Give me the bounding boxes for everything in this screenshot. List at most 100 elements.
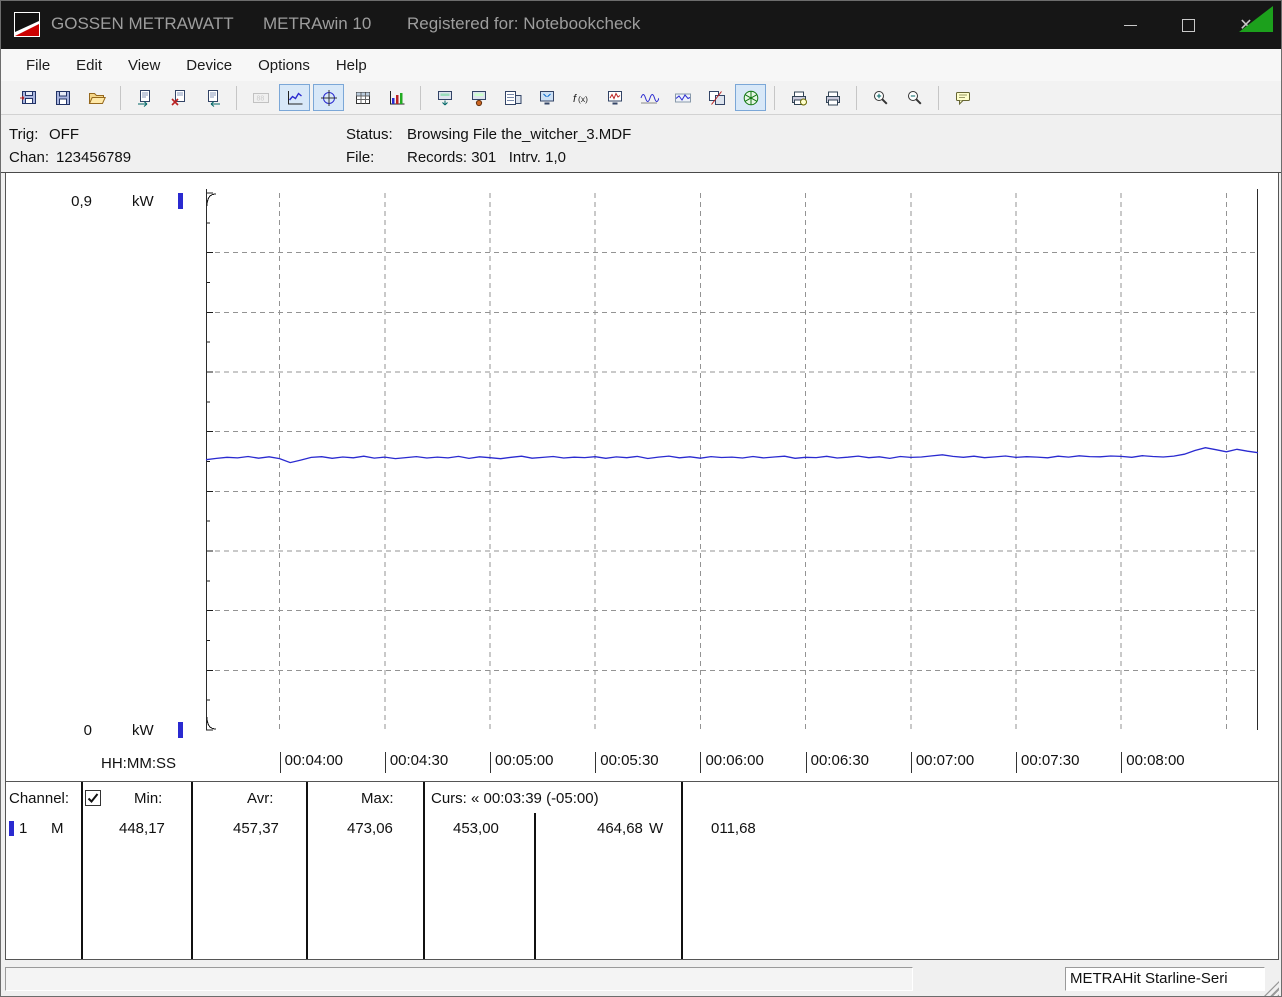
zoom-out-button[interactable] <box>899 84 930 111</box>
export-file-button[interactable] <box>129 84 160 111</box>
toolbar: 88 f (x) <box>1 81 1281 115</box>
menu-options[interactable]: Options <box>245 53 323 78</box>
table-column-divider <box>423 782 425 959</box>
toolbar-separator <box>236 85 237 110</box>
view-numeric-display-button[interactable]: 88 <box>245 84 276 111</box>
row-cursor2-unit: W <box>649 820 664 837</box>
y-axis-unit-top: kW <box>132 193 154 210</box>
y-axis-unit-bottom: kW <box>132 722 154 739</box>
x-axis-tick-label: 00:05:30 <box>595 752 659 773</box>
device-list-button[interactable] <box>497 84 528 111</box>
channels-button[interactable] <box>701 84 732 111</box>
device-read-button[interactable] <box>429 84 460 111</box>
toolbar-separator <box>938 85 939 110</box>
print-button[interactable] <box>817 84 848 111</box>
view-line-chart-button[interactable] <box>279 84 310 111</box>
row-cursor1-value: 453,00 <box>453 820 499 837</box>
maximize-icon <box>1181 18 1195 32</box>
toolbar-separator <box>856 85 857 110</box>
online-display-button[interactable] <box>599 84 630 111</box>
x-axis-tick-label: 00:05:00 <box>490 752 553 773</box>
import-file-button[interactable] <box>197 84 228 111</box>
table-column-divider <box>306 782 308 959</box>
menu-bar: File Edit View Device Options Help <box>1 49 1281 81</box>
x-axis-tick-label: 00:04:00 <box>279 752 343 773</box>
title-app-name: METRAwin 10 <box>263 14 372 33</box>
x-axis-tick-label: 00:06:30 <box>805 752 869 773</box>
view-cursors-button[interactable] <box>313 84 344 111</box>
title-bar: GOSSEN METRAWATT METRAwin 10 Registered … <box>1 1 1281 49</box>
x-axis-tick-label: 00:07:00 <box>910 752 974 773</box>
file-label: File: <box>346 149 375 166</box>
title-brand: GOSSEN METRAWATT <box>51 14 234 33</box>
connect-device-button[interactable] <box>735 84 766 111</box>
toolbar-separator <box>120 85 121 110</box>
device-config-button[interactable] <box>463 84 494 111</box>
channel-color-marker-top <box>178 193 183 209</box>
toolbar-separator <box>420 85 421 110</box>
app-window: GOSSEN METRAWATT METRAwin 10 Registered … <box>0 0 1282 997</box>
annotation-button[interactable] <box>947 84 978 111</box>
zoom-in-button[interactable] <box>865 84 896 111</box>
x-axis-tick-label: 00:08:00 <box>1121 752 1185 773</box>
channel-row-color-marker <box>9 821 14 836</box>
table-column-divider <box>191 782 193 959</box>
save-config-button[interactable] <box>13 84 44 111</box>
status-label: Status: <box>346 126 393 143</box>
status-bar: METRAHit Starline-Seri <box>1 963 1281 996</box>
y-axis-max-label: 0,9 <box>71 193 92 210</box>
checkmark-icon <box>87 793 99 803</box>
x-axis-tick-label: 00:04:30 <box>384 752 448 773</box>
info-panel: Trig: OFF Chan: 123456789 Status: Browsi… <box>1 116 1281 173</box>
x-axis-format-label: HH:MM:SS <box>101 755 176 772</box>
trig-value: OFF <box>49 126 79 143</box>
table-column-divider <box>81 782 83 959</box>
row-channel-unit: M <box>51 820 64 837</box>
print-preview-button[interactable] <box>783 84 814 111</box>
table-header-cursor: Curs: « 00:03:39 (-05:00) <box>431 790 599 807</box>
chart-plot[interactable] <box>205 189 1259 731</box>
menu-help[interactable]: Help <box>323 53 380 78</box>
svg-text:88: 88 <box>256 95 264 102</box>
delete-file-button[interactable] <box>163 84 194 111</box>
toolbar-corner-triangle-icon <box>1239 6 1273 32</box>
row-delta-value: 011,68 <box>711 820 756 837</box>
chan-label: Chan: <box>9 149 50 166</box>
chan-value: 123456789 <box>56 149 132 166</box>
function-button[interactable]: f (x) <box>565 84 596 111</box>
menu-edit[interactable]: Edit <box>63 53 115 78</box>
row-cursor2-value: 464,68 <box>597 820 643 837</box>
table-bottom-divider <box>5 959 1279 960</box>
x-axis-tick-label: 00:06:00 <box>700 752 764 773</box>
minimize-button[interactable] <box>1107 1 1153 49</box>
pc-transfer-button[interactable] <box>531 84 562 111</box>
x-axis-tick-label: 00:07:30 <box>1016 752 1079 773</box>
statusbar-device-panel: METRAHit Starline-Seri <box>1065 967 1265 991</box>
toolbar-separator <box>774 85 775 110</box>
channel-visibility-checkbox[interactable] <box>85 790 101 806</box>
resize-grip[interactable] <box>1264 981 1279 996</box>
row-avr-value: 457,37 <box>233 820 279 837</box>
open-button[interactable] <box>81 84 112 111</box>
table-header-channel: Channel: <box>9 790 70 807</box>
svg-text:(x): (x) <box>578 94 588 104</box>
file-value: Records: 301 Intrv. 1,0 <box>407 149 566 166</box>
waveform-button[interactable] <box>633 84 664 111</box>
view-bar-chart-button[interactable] <box>381 84 412 111</box>
menu-view[interactable]: View <box>115 53 173 78</box>
table-header-avr: Avr: <box>247 790 274 807</box>
menu-device[interactable]: Device <box>173 53 245 78</box>
row-max-value: 473,06 <box>347 820 393 837</box>
view-table-button[interactable] <box>347 84 378 111</box>
trig-label: Trig: <box>9 126 39 143</box>
envelope-button[interactable] <box>667 84 698 111</box>
y-axis-min-label: 0 <box>83 722 92 739</box>
maximize-button[interactable] <box>1165 1 1211 49</box>
save-button[interactable] <box>47 84 78 111</box>
menu-file[interactable]: File <box>13 53 63 78</box>
row-channel-number: 1 <box>19 820 28 837</box>
table-column-divider <box>534 813 536 959</box>
status-value: Browsing File the_witcher_3.MDF <box>407 126 632 143</box>
gossen-metrawatt-logo-icon <box>14 11 40 43</box>
statusbar-message-panel <box>5 967 913 991</box>
